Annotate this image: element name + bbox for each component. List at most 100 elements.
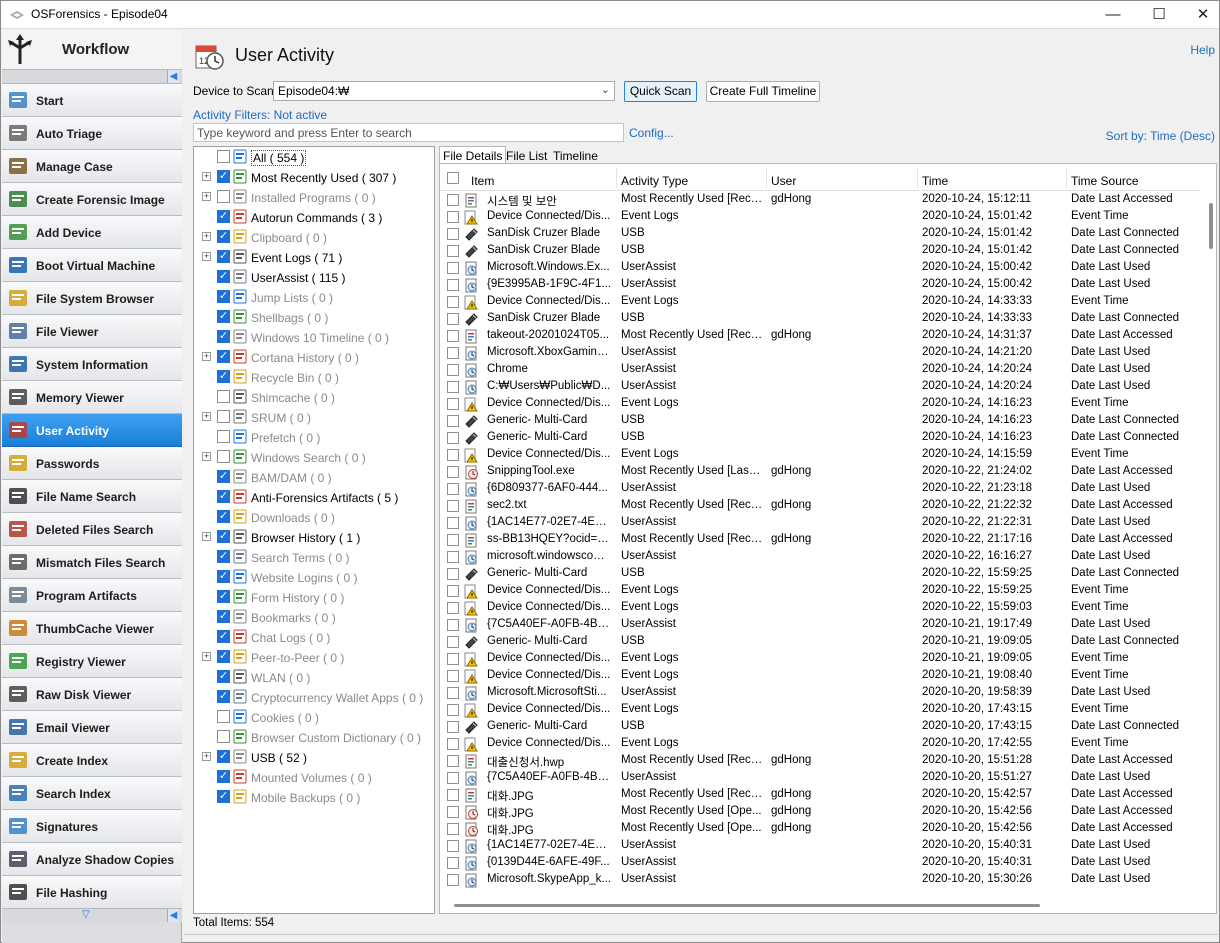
tree-node[interactable]: ✓ UserAssist ( 115 )	[194, 267, 434, 287]
expand-icon[interactable]: +	[202, 232, 211, 241]
tree-checkbox[interactable]: ✓	[217, 370, 230, 383]
tab-timeline[interactable]: Timeline	[549, 146, 602, 164]
table-row[interactable]: {9E3995AB-1F9C-4F1... UserAssist 2020-10-2…	[440, 277, 1200, 294]
row-checkbox[interactable]	[447, 364, 459, 376]
expand-icon[interactable]: +	[202, 252, 211, 261]
table-row[interactable]: SanDisk Cruzer Blade USB 2020-10-24, 14:33…	[440, 311, 1200, 328]
tree-node[interactable]: ✓ Chat Logs ( 0 )	[194, 627, 434, 647]
table-row[interactable]: takeout-20201024T05... Most Recently Used…	[440, 328, 1200, 345]
table-row[interactable]: Device Connected/Dis... Event Logs 2020-10…	[440, 396, 1200, 413]
tree-checkbox[interactable]: ✓	[217, 210, 230, 223]
tree-checkbox[interactable]: ✓	[217, 470, 230, 483]
sidebar-item-program-artifacts[interactable]: Program Artifacts	[2, 579, 182, 612]
table-row[interactable]: Device Connected/Dis... Event Logs 2020-10…	[440, 736, 1200, 753]
collapse-arrow-icon[interactable]: ◀	[167, 909, 179, 922]
tree-checkbox[interactable]: ✓	[217, 530, 230, 543]
sidebar-item-file-system-browser[interactable]: File System Browser	[2, 282, 182, 315]
table-row[interactable]: Device Connected/Dis... Event Logs 2020-10…	[440, 209, 1200, 226]
tree-checkbox[interactable]: ✓	[217, 610, 230, 623]
expand-icon[interactable]: +	[202, 192, 211, 201]
row-checkbox[interactable]	[447, 789, 459, 801]
expand-icon[interactable]: +	[202, 412, 211, 421]
tree-checkbox[interactable]	[217, 450, 230, 463]
tree-node[interactable]: ✓ Mounted Volumes ( 0 )	[194, 767, 434, 787]
tree-node[interactable]: All ( 554 )	[194, 147, 434, 167]
row-checkbox[interactable]	[447, 211, 459, 223]
close-button[interactable]: ✕	[1180, 1, 1220, 29]
table-row[interactable]: Chrome UserAssist 2020-10-24, 14:20:24 Date…	[440, 362, 1200, 379]
column-time[interactable]: Time	[922, 174, 948, 188]
tree-checkbox[interactable]: ✓	[217, 510, 230, 523]
tree-node[interactable]: Prefetch ( 0 )	[194, 427, 434, 447]
activity-filters-link[interactable]: Activity Filters: Not active	[193, 108, 327, 122]
row-checkbox[interactable]	[447, 874, 459, 886]
table-row[interactable]: Device Connected/Dis... Event Logs 2020-10…	[440, 583, 1200, 600]
expand-icon[interactable]: +	[202, 452, 211, 461]
tree-node[interactable]: ✓ Website Logins ( 0 )	[194, 567, 434, 587]
table-row[interactable]: Generic- Multi-Card USB 2020-10-20, 17:43:…	[440, 719, 1200, 736]
row-checkbox[interactable]	[447, 670, 459, 682]
tree-checkbox[interactable]	[217, 710, 230, 723]
row-checkbox[interactable]	[447, 313, 459, 325]
row-checkbox[interactable]	[447, 245, 459, 257]
tree-checkbox[interactable]: ✓	[217, 170, 230, 183]
sidebar-item-file-viewer[interactable]: File Viewer	[2, 315, 182, 348]
tree-node[interactable]: ✓ WLAN ( 0 )	[194, 667, 434, 687]
row-checkbox[interactable]	[447, 534, 459, 546]
table-row[interactable]: Generic- Multi-Card USB 2020-10-24, 14:16:…	[440, 430, 1200, 447]
row-checkbox[interactable]	[447, 517, 459, 529]
table-row[interactable]: Device Connected/Dis... Event Logs 2020-10…	[440, 702, 1200, 719]
table-row[interactable]: Device Connected/Dis... Event Logs 2020-10…	[440, 294, 1200, 311]
tree-node[interactable]: + Installed Programs ( 0 )	[194, 187, 434, 207]
tree-node[interactable]: + ✓ Most Recently Used ( 307 )	[194, 167, 434, 187]
sidebar-item-analyze-shadow-copies[interactable]: Analyze Shadow Copies	[2, 843, 182, 876]
table-row[interactable]: C:₩Users₩Public₩D... UserAssist 2020-10-24…	[440, 379, 1200, 396]
tree-node[interactable]: ✓ Search Terms ( 0 )	[194, 547, 434, 567]
tree-node[interactable]: + ✓ Browser History ( 1 )	[194, 527, 434, 547]
tree-node[interactable]: + SRUM ( 0 )	[194, 407, 434, 427]
table-row[interactable]: Generic- Multi-Card USB 2020-10-24, 14:16:…	[440, 413, 1200, 430]
create-full-timeline-button[interactable]: Create Full Timeline	[706, 81, 820, 102]
row-checkbox[interactable]	[447, 653, 459, 665]
tree-node[interactable]: ✓ Windows 10 Timeline ( 0 )	[194, 327, 434, 347]
row-checkbox[interactable]	[447, 585, 459, 597]
tree-checkbox[interactable]: ✓	[217, 570, 230, 583]
column-item[interactable]: Item	[471, 174, 494, 188]
row-checkbox[interactable]	[447, 381, 459, 393]
tree-checkbox[interactable]: ✓	[217, 790, 230, 803]
row-checkbox[interactable]	[447, 279, 459, 291]
row-checkbox[interactable]	[447, 500, 459, 512]
sidebar-item-mismatch-files-search[interactable]: Mismatch Files Search	[2, 546, 182, 579]
vertical-scroll-thumb[interactable]	[1209, 203, 1213, 249]
tree-checkbox[interactable]: ✓	[217, 550, 230, 563]
tree-node[interactable]: ✓ Recycle Bin ( 0 )	[194, 367, 434, 387]
tree-checkbox[interactable]	[217, 730, 230, 743]
maximize-button[interactable]: ☐	[1136, 1, 1182, 29]
row-checkbox[interactable]	[447, 398, 459, 410]
tree-checkbox[interactable]: ✓	[217, 690, 230, 703]
sidebar-item-raw-disk-viewer[interactable]: Raw Disk Viewer	[2, 678, 182, 711]
table-row[interactable]: 대출신청서.hwp Most Recently Used [Rece... gdHo…	[440, 753, 1200, 770]
tree-node[interactable]: ✓ Bookmarks ( 0 )	[194, 607, 434, 627]
tree-checkbox[interactable]: ✓	[217, 250, 230, 263]
tree-node[interactable]: ✓ Jump Lists ( 0 )	[194, 287, 434, 307]
column-time-source[interactable]: Time Source	[1071, 174, 1139, 188]
sidebar-item-user-activity[interactable]: User Activity	[2, 414, 182, 447]
tree-node[interactable]: ✓ Cryptocurrency Wallet Apps ( 0 )	[194, 687, 434, 707]
row-checkbox[interactable]	[447, 704, 459, 716]
tree-node[interactable]: + Windows Search ( 0 )	[194, 447, 434, 467]
tree-node[interactable]: ✓ Shellbags ( 0 )	[194, 307, 434, 327]
expand-icon[interactable]: +	[202, 532, 211, 541]
horizontal-scroll-thumb[interactable]	[454, 904, 1040, 907]
table-row[interactable]: 대화.JPG Most Recently Used [Ope... gdHong 20…	[440, 821, 1200, 838]
tree-checkbox[interactable]: ✓	[217, 290, 230, 303]
table-row[interactable]: Microsoft.MicrosoftSti... UserAssist 2020-…	[440, 685, 1200, 702]
row-checkbox[interactable]	[447, 330, 459, 342]
tree-node[interactable]: + ✓ Event Logs ( 71 )	[194, 247, 434, 267]
table-row[interactable]: SnippingTool.exe Most Recently Used [Last…	[440, 464, 1200, 481]
row-checkbox[interactable]	[447, 432, 459, 444]
tree-node[interactable]: + ✓ Clipboard ( 0 )	[194, 227, 434, 247]
table-row[interactable]: Device Connected/Dis... Event Logs 2020-10…	[440, 600, 1200, 617]
sidebar-item-add-device[interactable]: Add Device	[2, 216, 182, 249]
sidebar-item-passwords[interactable]: Passwords	[2, 447, 182, 480]
